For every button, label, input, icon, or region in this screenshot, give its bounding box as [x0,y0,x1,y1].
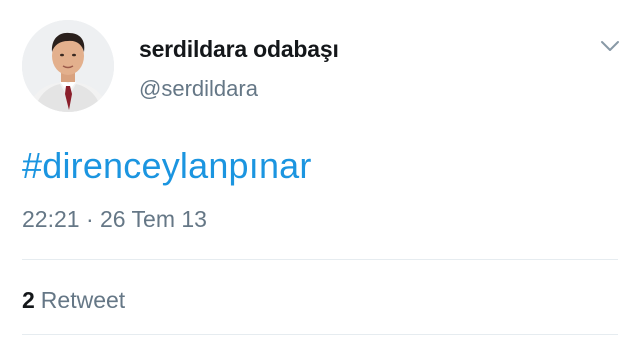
divider [22,259,618,260]
display-name[interactable]: serdildara odabaşı [139,36,339,63]
chevron-down-icon[interactable] [598,34,622,58]
hashtag-link[interactable]: #direnceylanpınar [22,145,312,187]
tweet-card: serdildara odabaşı @serdildara #direncey… [0,0,640,344]
person-photo-avatar [22,20,114,112]
divider [22,334,618,335]
retweet-count: 2 [22,287,35,313]
user-avatar[interactable] [22,20,114,112]
retweet-label: Retweet [40,287,126,313]
retweet-stats[interactable]: 2 Retweet [22,287,125,314]
user-handle[interactable]: @serdildara [139,76,258,102]
tweet-timestamp[interactable]: 22:21 · 26 Tem 13 [22,206,207,233]
